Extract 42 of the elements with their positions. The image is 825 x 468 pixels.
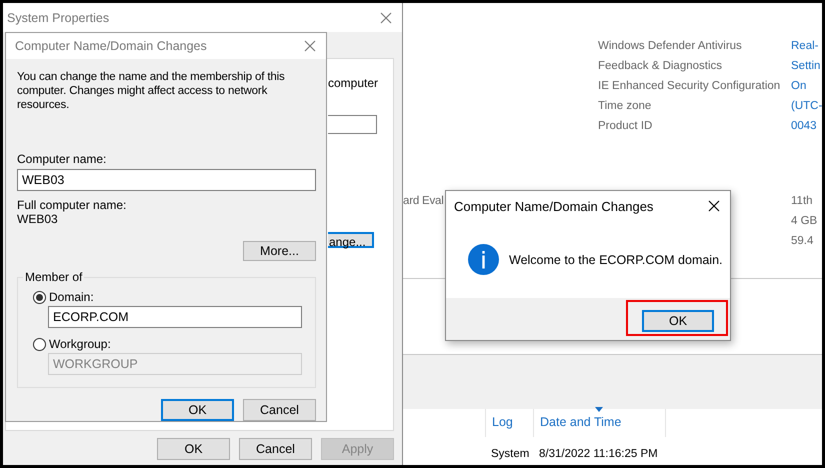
close-icon[interactable]: [708, 200, 720, 212]
property-value: 11th: [791, 195, 814, 207]
window-title: System Properties: [7, 10, 110, 24]
property-label: IE Enhanced Security Configuration: [598, 80, 782, 92]
column-header[interactable]: Date and Time: [533, 409, 666, 438]
description-text: You can change the name and the membership of this computer. Changes might affect access to network resources.: [17, 70, 286, 112]
field-label: Computer name:: [17, 152, 108, 166]
dialog-button[interactable]: Cancel: [239, 438, 312, 460]
more-button[interactable]: More...: [243, 241, 316, 261]
ok-button[interactable]: OK: [642, 310, 714, 332]
radio-button[interactable]: [33, 290, 46, 304]
dialog-title: Computer Name/Domain Changes: [15, 39, 207, 53]
group-label: Member of: [23, 270, 84, 284]
description-text: computer: [328, 76, 378, 90]
column-header[interactable]: Log: [485, 409, 533, 438]
input-field[interactable]: ECORP.COM: [48, 306, 302, 328]
property-value: 4 GB: [791, 215, 818, 227]
property-label: Feedback & Diagnostics: [598, 60, 724, 72]
change-button[interactable]: ange...: [328, 232, 374, 248]
radio-label[interactable]: Domain:: [49, 290, 94, 304]
property-label: Product ID: [598, 120, 654, 132]
property-label: Time zone: [598, 100, 652, 112]
property-value-link[interactable]: On: [791, 80, 822, 92]
property-value-link[interactable]: Settin: [791, 60, 822, 72]
dialog-button[interactable]: OK: [161, 399, 234, 421]
table-cell: 8/31/2022 11:16:25 PM: [539, 448, 658, 460]
info-icon: [468, 244, 499, 275]
dialog-button[interactable]: OK: [157, 438, 230, 460]
computer-name-field[interactable]: WEB03: [17, 169, 316, 191]
property-value-link[interactable]: Real-: [791, 40, 822, 52]
table-cell-text: System: [491, 448, 530, 460]
property-label: Windows Defender Antivirus: [598, 40, 743, 52]
dialog-button[interactable]: Cancel: [243, 399, 316, 421]
edition-text: ard Eval: [403, 195, 444, 207]
text-field[interactable]: [328, 115, 377, 134]
property-value-link[interactable]: 0043: [791, 120, 822, 132]
dialog-title: Computer Name/Domain Changes: [454, 198, 654, 214]
message-text: Welcome to the ECORP.COM domain.: [509, 252, 723, 266]
full-name-text: WEB03: [17, 212, 59, 226]
property-value: 59.4: [791, 235, 814, 247]
property-value-link[interactable]: (UTC-: [791, 100, 822, 112]
field-label: Full computer name:: [17, 198, 128, 212]
